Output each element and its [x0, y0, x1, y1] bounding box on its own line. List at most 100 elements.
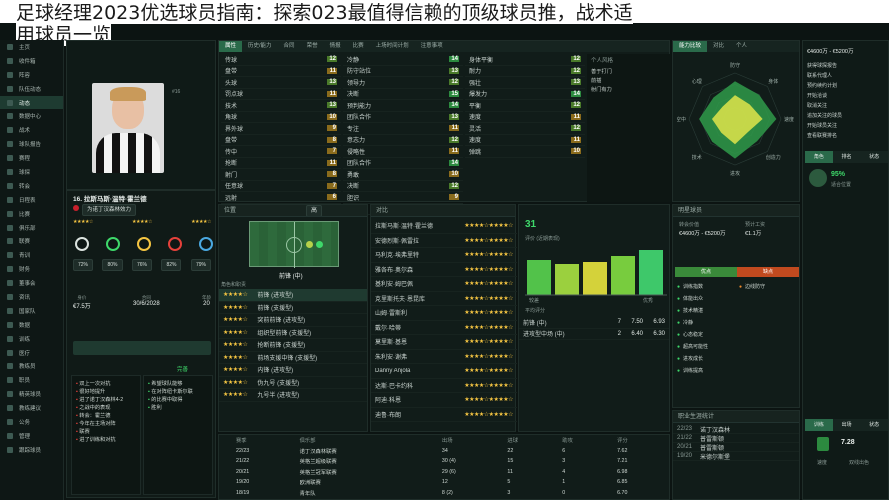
compare-row[interactable]: 安德烈斯·佩雷拉 ★★★★☆ ★★★★☆	[371, 234, 517, 248]
nav-item[interactable]: 数据	[0, 318, 63, 332]
role-row[interactable]: ★★★★☆ 内锋 (进攻型)	[219, 364, 367, 377]
compare-row[interactable]: 迪鲁·布朗 ★★★★☆ ★★★★☆	[371, 408, 517, 422]
tab-2[interactable]: 个人	[730, 41, 753, 52]
nav-item[interactable]: 资讯	[0, 290, 63, 304]
history-cell: 22/23	[236, 447, 250, 454]
position-filter[interactable]: 高	[306, 205, 323, 216]
history-cell: 英格兰超级联赛	[299, 459, 337, 466]
role-row[interactable]: ★★★★☆ 抢断前锋 (支援型)	[219, 339, 367, 352]
role-name: 组织型前锋 (支援型)	[257, 330, 312, 337]
compare-player: 达斯·巴卡约科	[375, 383, 413, 390]
nav-item[interactable]: 数据中心	[0, 109, 63, 123]
nav-item[interactable]: 青训	[0, 248, 63, 262]
compare-row[interactable]: 山姆·雷斯利 ★★★★☆ ★★★★☆	[371, 306, 517, 321]
compare-row[interactable]: 基利安·姆巴佩 ★★★★☆ ★★★★☆	[371, 277, 517, 292]
nav-item[interactable]: 队伍动态	[0, 82, 63, 96]
nav-item[interactable]: 训练	[0, 332, 63, 346]
nav-item[interactable]: 日程表	[0, 193, 63, 207]
nav-item[interactable]: 阵容	[0, 68, 63, 82]
action-menu-item[interactable]: 取消关注	[807, 101, 887, 111]
nav-item[interactable]: 转会	[0, 179, 63, 193]
history-cell: 青年队	[299, 490, 316, 497]
role-row[interactable]: ★★★★☆ 突前前锋 (进攻型)	[219, 314, 367, 327]
compare-row[interactable]: 朱利安·谢弗 ★★★★☆ ★★★★☆	[371, 350, 517, 364]
nav-item[interactable]: 战术	[0, 123, 63, 137]
history-row[interactable]: 18/19 青年队 8 (2) 3 0 6.70	[233, 488, 669, 499]
role-row[interactable]: ★★★★☆ 九号半 (进攻型)	[219, 389, 367, 402]
action-menu-item[interactable]: 查看联赛排名	[807, 131, 887, 141]
action-menu-item[interactable]: 追加关注的球员	[807, 111, 887, 121]
nav-item[interactable]: 职员	[0, 373, 63, 387]
nav-item[interactable]: 教练建议	[0, 401, 63, 415]
tab-5[interactable]: 比赛	[347, 41, 370, 52]
compare-row[interactable]: 雅各布·奥尔森 ★★★★☆ ★★★★☆	[371, 263, 517, 277]
tab-1[interactable]: 对比	[707, 41, 730, 52]
tab-7[interactable]: 注意事项	[415, 41, 449, 52]
subtab[interactable]: 训练	[805, 419, 833, 431]
action-menu-item[interactable]: 获得球探报告	[807, 61, 887, 71]
nav-item[interactable]: 俱乐部	[0, 221, 63, 235]
compare-row[interactable]: 马利克·埃弗里特 ★★★★☆ ★★★★☆	[371, 248, 517, 263]
nav-item[interactable]: 精英球员	[0, 387, 63, 401]
pro-label: 进攻成长	[683, 356, 704, 362]
nav-item[interactable]: 球队报告	[0, 137, 63, 151]
role-row[interactable]: ★★★★☆ 伪九号 (支援型)	[219, 377, 367, 389]
action-menu-item[interactable]: 预约续约计划	[807, 81, 887, 91]
compare-row[interactable]: Danny Anjola ★★★★☆ ★★★★☆	[371, 364, 517, 379]
nav-item[interactable]: 财务	[0, 262, 63, 276]
subtab[interactable]: 排名	[832, 151, 861, 163]
compare-row[interactable]: 克里斯托夫·恩昆库 ★★★★☆ ★★★★☆	[371, 292, 517, 306]
nav-item-icon	[7, 57, 13, 64]
mental-attributes: 冷静 14 防守站位 13 领导力 12 决断 15 预判能力 14 团队合作 13 专注 11 意志力 12…	[343, 54, 463, 215]
scout-value-label: 转会价值	[679, 222, 700, 228]
compare-row[interactable]: 戴尔·哈蒂 ★★★★☆ ★★★★☆	[371, 321, 517, 335]
compare-row[interactable]: 莫里斯·基恩 ★★★★☆ ★★★★☆	[371, 335, 517, 350]
tab-3[interactable]: 荣誉	[301, 41, 324, 52]
tab-0[interactable]: 能力比较	[673, 41, 708, 52]
tab-2[interactable]: 合同	[278, 41, 301, 52]
nav-item[interactable]: 跟踪球员	[0, 443, 63, 457]
tab-6[interactable]: 上场时间计划	[370, 41, 415, 52]
history-row[interactable]: 22/23 诺丁汉森林联赛 34 22 6 7.62	[233, 446, 669, 457]
nav-item[interactable]: 联赛	[0, 234, 63, 248]
compare-row[interactable]: 达斯·巴卡约科 ★★★★☆ ★★★★☆	[371, 379, 517, 393]
nav-item[interactable]: 公务	[0, 415, 63, 429]
compare-row[interactable]: 拉斯马斯·温特·霍兰德 ★★★★☆ ★★★★☆	[371, 219, 517, 234]
subtab[interactable]: 状态	[860, 419, 889, 431]
action-button-bar[interactable]	[73, 341, 211, 355]
nav-item[interactable]: 赛程	[0, 151, 63, 165]
role-row[interactable]: ★★★★☆ 前锋 (进攻型)	[219, 289, 367, 302]
history-row[interactable]: 21/22 英格兰超级联赛 30 (4) 15 3 7.21	[233, 456, 669, 467]
compare-potential-stars: ★★★★☆	[488, 368, 514, 375]
history-row[interactable]: 20/21 英格兰冠军联赛 29 (6) 11 4 6.98	[233, 467, 669, 478]
history-row[interactable]: 19/20 欧洲联赛 12 5 1 6.85	[233, 477, 669, 488]
nav-item[interactable]: 比赛	[0, 207, 63, 221]
tab-4[interactable]: 情报	[324, 41, 347, 52]
player-photo	[92, 83, 164, 173]
club-status-button[interactable]: 为诺丁汉森林效力	[82, 204, 137, 216]
role-row[interactable]: ★★★★☆ 前锋 (支援型)	[219, 302, 367, 314]
action-menu-item[interactable]: 联系代理人	[807, 71, 887, 81]
attribute-name: 传球	[225, 57, 238, 64]
nav-item[interactable]: 动态	[0, 95, 63, 110]
subtab[interactable]: 状态	[860, 151, 889, 163]
action-menu-item[interactable]: 开始球员关注	[807, 121, 887, 131]
perf-value: 6.40	[631, 330, 643, 337]
tab-1[interactable]: 历史/能力	[242, 41, 278, 52]
tab-0[interactable]: 属性	[219, 41, 243, 52]
nav-item[interactable]: 教练员	[0, 359, 63, 373]
nav-item[interactable]: 国家队	[0, 304, 63, 318]
compare-row[interactable]: 阿迪·科恩 ★★★★☆ ★★★★☆	[371, 393, 517, 408]
role-row[interactable]: ★★★★☆ 组织型前锋 (支援型)	[219, 327, 367, 339]
role-row[interactable]: ★★★★☆ 前场支援中锋 (支援型)	[219, 352, 367, 364]
subtab[interactable]: 角色	[805, 151, 833, 163]
nav-item[interactable]: 球探	[0, 165, 63, 179]
nav-item[interactable]: 主页	[0, 40, 63, 54]
nav-item[interactable]: 收件箱	[0, 54, 63, 68]
nav-item[interactable]: 管理	[0, 429, 63, 443]
action-menu-item[interactable]: 开始洽谈	[807, 91, 887, 101]
subtab[interactable]: 出场	[832, 419, 861, 431]
nav-item[interactable]: 董事会	[0, 276, 63, 290]
nav-item[interactable]: 医疗	[0, 346, 63, 360]
compare-potential-stars: ★★★★☆	[488, 382, 514, 389]
